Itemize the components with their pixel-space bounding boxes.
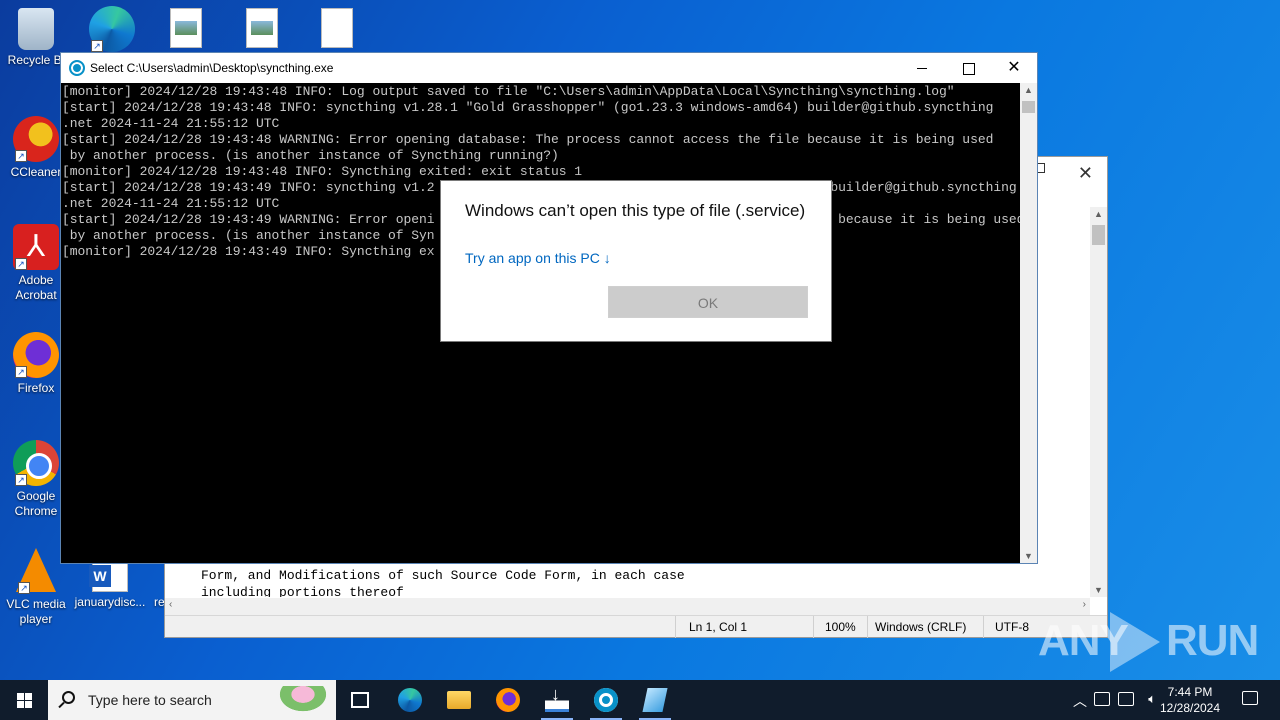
- search-icon: [62, 691, 75, 704]
- desktop-icon-blank-file[interactable]: [301, 8, 373, 51]
- task-view-icon: [351, 692, 369, 708]
- window-title: Select C:\Users\admin\Desktop\syncthing.…: [90, 61, 334, 75]
- taskbar-firefox[interactable]: [484, 680, 532, 720]
- shortcut-arrow-icon: ↗: [15, 258, 27, 270]
- horizontal-scrollbar[interactable]: ‹ ›: [165, 598, 1090, 615]
- console-line: by another process. (is another instance…: [62, 148, 559, 163]
- shortcut-arrow-icon: ↗: [18, 582, 30, 594]
- search-highlight-icon: [276, 686, 330, 714]
- search-box[interactable]: Type here to search: [48, 680, 336, 720]
- close-icon[interactable]: ✕: [1078, 163, 1093, 184]
- ccleaner-icon: ↗: [13, 116, 59, 162]
- firefox-icon: ↗: [13, 332, 59, 378]
- clock-date: 12/28/2024: [1159, 701, 1221, 715]
- image-file-icon: [246, 8, 278, 48]
- start-button[interactable]: [0, 680, 48, 720]
- scroll-thumb[interactable]: [1022, 101, 1035, 113]
- encoding: UTF-8: [995, 620, 1029, 634]
- console-line: [start] 2024/12/28 19:43:48 INFO: syncth…: [62, 100, 994, 115]
- system-tray: ︿ 🔈︎ 7:44 PM 12/28/2024: [1060, 680, 1280, 720]
- edge-icon: [398, 688, 422, 712]
- scroll-down-icon[interactable]: ▼: [1090, 585, 1107, 595]
- cursor-position: Ln 1, Col 1: [689, 620, 748, 634]
- text-line: including portions thereof: [201, 585, 404, 597]
- title-bar[interactable]: Select C:\Users\admin\Desktop\syncthing.…: [61, 53, 1037, 83]
- scroll-left-icon[interactable]: ‹: [169, 599, 172, 610]
- search-placeholder: Type here to search: [88, 692, 212, 708]
- open-with-dialog: Windows can’t open this type of file (.s…: [440, 180, 832, 342]
- desktop-icon-label: VLC media player: [6, 597, 66, 626]
- console-line: [monitor] 2024/12/28 19:43:48 INFO: Sync…: [62, 164, 583, 179]
- security-icon[interactable]: [1094, 692, 1110, 706]
- shortcut-arrow-icon: ↗: [91, 40, 103, 52]
- syncthing-icon: [594, 688, 618, 712]
- image-file-icon: [170, 8, 202, 48]
- recycle-bin-icon: [18, 8, 54, 50]
- clock[interactable]: 7:44 PM 12/28/2024: [1155, 684, 1225, 716]
- taskbar-file-explorer[interactable]: [435, 680, 483, 720]
- vlc-icon: ↗: [16, 548, 56, 594]
- notification-icon[interactable]: [1242, 691, 1258, 705]
- firefox-icon: [496, 688, 520, 712]
- scroll-down-icon[interactable]: ▼: [1020, 551, 1037, 561]
- dialog-heading: Windows can’t open this type of file (.s…: [465, 201, 806, 220]
- desktop-icon-image-file-1[interactable]: [150, 8, 222, 51]
- taskbar-notepad[interactable]: [631, 680, 679, 720]
- chrome-icon: ↗: [13, 440, 59, 486]
- network-icon[interactable]: [1118, 692, 1134, 706]
- file-explorer-icon: [447, 691, 471, 709]
- status-bar: Ln 1, Col 1 100% Windows (CRLF) UTF-8: [165, 615, 1107, 638]
- installer-icon: [545, 684, 569, 712]
- taskbar-edge[interactable]: [386, 680, 434, 720]
- desktop-icon-image-file-2[interactable]: [226, 8, 298, 51]
- scroll-up-icon[interactable]: ▲: [1020, 85, 1037, 95]
- scroll-right-icon[interactable]: ›: [1083, 599, 1086, 610]
- clock-time: 7:44 PM: [1167, 685, 1213, 699]
- vertical-scrollbar[interactable]: ▲ ▼: [1020, 83, 1037, 563]
- vertical-scrollbar[interactable]: ▲ ▼: [1090, 207, 1107, 597]
- try-app-link[interactable]: Try an app on this PC ↓: [465, 250, 611, 266]
- desktop-icon-label: januarydisc...: [74, 595, 146, 609]
- console-line: [monitor] 2024/12/28 19:43:48 INFO: Log …: [62, 84, 955, 99]
- shortcut-arrow-icon: ↗: [15, 474, 27, 486]
- console-line: [start] 2024/12/28 19:43:48 WARNING: Err…: [62, 132, 994, 147]
- desktop-icon-edge[interactable]: ↗: [76, 6, 148, 55]
- maximize-button[interactable]: [945, 53, 991, 83]
- desktop-icon-label: re: [154, 595, 164, 609]
- taskbar-task-view[interactable]: [336, 680, 384, 720]
- shortcut-arrow-icon: ↗: [15, 366, 27, 378]
- syncthing-icon: [69, 60, 85, 76]
- acrobat-icon: ⅄ ↗: [13, 224, 59, 270]
- shortcut-arrow-icon: ↗: [15, 150, 27, 162]
- edge-icon: ↗: [89, 6, 135, 52]
- scroll-thumb[interactable]: [1092, 225, 1105, 245]
- ok-button[interactable]: OK: [608, 286, 808, 318]
- text-line: Form, and Modifications of such Source C…: [201, 568, 685, 583]
- console-line: .net 2024-11-24 21:55:12 UTC: [62, 116, 280, 131]
- taskbar-syncthing[interactable]: [582, 680, 630, 720]
- chevron-up-icon[interactable]: ︿: [1073, 691, 1087, 711]
- line-ending: Windows (CRLF): [875, 620, 967, 634]
- taskbar: Type here to search ︿ 🔈︎ 7:44 PM 12/28/2…: [0, 680, 1280, 720]
- scroll-up-icon[interactable]: ▲: [1090, 209, 1107, 219]
- blank-file-icon: [321, 8, 353, 48]
- minimize-button[interactable]: [899, 53, 945, 83]
- desktop-icon-word-document[interactable]: januarydisc...: [74, 556, 146, 610]
- play-icon: [1110, 612, 1160, 672]
- windows-logo-icon: [17, 693, 32, 708]
- watermark-text-run: RUN: [1166, 616, 1259, 665]
- zoom-level: 100%: [825, 620, 856, 634]
- notepad-icon: [642, 688, 668, 712]
- close-button[interactable]: ✕: [991, 53, 1037, 83]
- desktop-icon-file[interactable]: re: [148, 556, 164, 610]
- taskbar-installer[interactable]: [533, 680, 581, 720]
